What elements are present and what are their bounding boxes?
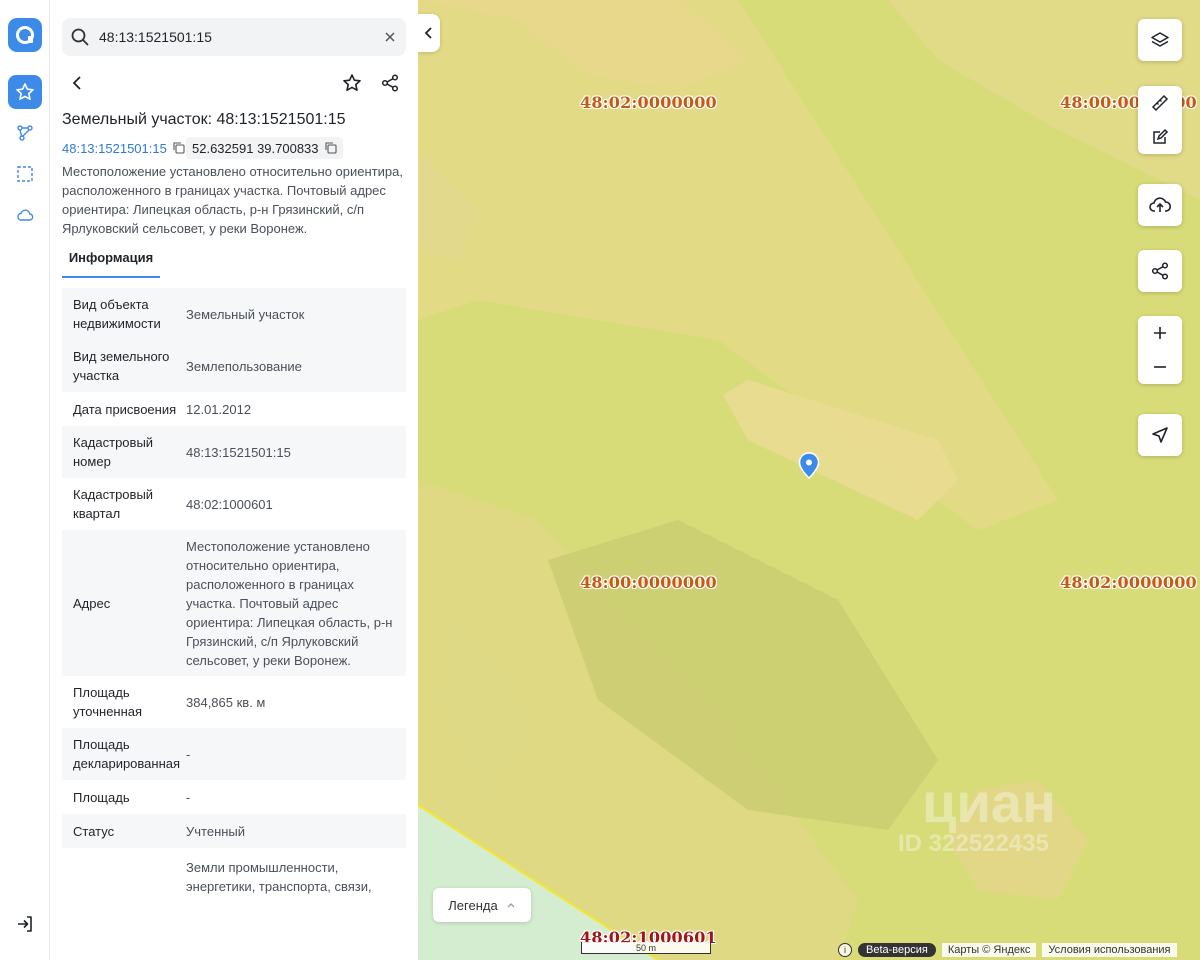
watermark-brand: циан bbox=[922, 771, 1056, 834]
locate-control[interactable] bbox=[1138, 414, 1182, 456]
zone-label[interactable]: 48:00:0000000 bbox=[580, 573, 717, 592]
beta-badge: Beta-версия bbox=[858, 943, 936, 957]
star-outline-icon bbox=[343, 74, 361, 91]
edit-icon[interactable] bbox=[1138, 120, 1182, 154]
row-key: Вид объекта недвижимости bbox=[73, 297, 161, 331]
table-row: Площадь уточненная 384,865 кв. м bbox=[62, 676, 406, 728]
info-panel: 48:13:1521501:15 Земельный участок: 48:1… bbox=[50, 0, 418, 960]
table-row: Статус Учтенный bbox=[62, 814, 406, 848]
table-row: Дата присвоения 12.01.2012 bbox=[62, 392, 406, 426]
row-key: Кадастровый квартал bbox=[73, 487, 154, 521]
table-row: Земли промышленности, энергетики, трансп… bbox=[62, 848, 406, 900]
copy-icon bbox=[324, 142, 337, 154]
row-key: Площадь декларированная bbox=[73, 737, 181, 771]
map-canvas bbox=[418, 0, 1200, 960]
legend-button[interactable]: Легенда bbox=[433, 888, 531, 922]
favorite-button[interactable] bbox=[336, 67, 368, 99]
chevron-left-icon bbox=[72, 76, 81, 90]
row-key: Площадь уточненная bbox=[73, 685, 143, 719]
cadastral-number-link[interactable]: 48:13:1521501:15 bbox=[62, 141, 167, 156]
row-value: Земли промышленности, энергетики, трансп… bbox=[186, 860, 372, 894]
logo-icon[interactable] bbox=[8, 18, 42, 52]
zoom-in-icon[interactable] bbox=[1138, 316, 1182, 350]
map-view[interactable]: 48:02:0000000 48:00:0000000 48:00:000000… bbox=[418, 0, 1200, 960]
zone-label[interactable]: 48:02:0000000 bbox=[580, 93, 717, 112]
search-icon bbox=[70, 27, 90, 52]
row-value: Учтенный bbox=[186, 823, 246, 839]
table-row: Кадастровый номер 48:13:1521501:15 bbox=[62, 426, 406, 478]
layers-icon[interactable] bbox=[1138, 19, 1182, 61]
upload-icon[interactable] bbox=[1138, 184, 1182, 226]
watermark-id: ID 322522435 bbox=[898, 830, 1049, 857]
copy-icon bbox=[173, 142, 185, 154]
select-area-icon[interactable] bbox=[8, 157, 42, 191]
table-row: Площадь декларированная - bbox=[62, 728, 406, 780]
legend-label: Легенда bbox=[448, 897, 498, 913]
page-title: Земельный участок: 48:13:1521501:15 bbox=[62, 111, 346, 128]
star-icon[interactable] bbox=[8, 75, 42, 109]
scale-label: 50 m bbox=[635, 943, 656, 953]
table-row: Площадь - bbox=[62, 780, 406, 814]
watermark: циан ID 322522435 bbox=[862, 775, 1056, 857]
row-key: Площадь bbox=[73, 789, 130, 805]
location-marker-icon[interactable] bbox=[798, 452, 820, 480]
upload-control[interactable] bbox=[1138, 184, 1182, 226]
row-value: - bbox=[186, 789, 191, 805]
clear-search-icon[interactable] bbox=[382, 29, 398, 50]
share-icon bbox=[381, 74, 399, 92]
map-footer: i Beta-версия Карты © Яндекс Условия исп… bbox=[838, 941, 1177, 959]
row-value: Землепользование bbox=[186, 358, 302, 374]
zoom-control[interactable] bbox=[1138, 316, 1182, 384]
row-key: Статус bbox=[73, 823, 115, 839]
table-row: Вид объекта недвижимости Земельный участо… bbox=[62, 288, 406, 340]
left-rail bbox=[0, 0, 50, 960]
zone-label[interactable]: 48:02:0000000 bbox=[1060, 573, 1197, 592]
cloud-icon[interactable] bbox=[8, 198, 42, 232]
location-description: Местоположение установлено относительно … bbox=[62, 164, 403, 236]
chevron-up-icon bbox=[507, 903, 515, 908]
info-table: Вид объекта недвижимости Земельный участо… bbox=[62, 288, 406, 900]
table-row: Кадастровый квартал 48:02:1000601 bbox=[62, 478, 406, 530]
row-key: Кадастровый номер bbox=[73, 435, 154, 469]
row-value: - bbox=[186, 746, 191, 762]
share-button[interactable] bbox=[374, 67, 406, 99]
tab-information[interactable]: Информация bbox=[62, 248, 160, 278]
row-value: 48:02:1000601 bbox=[186, 496, 273, 512]
row-key: Вид земельного участка bbox=[73, 349, 170, 383]
coordinates-text: 52.632591 39.700833 bbox=[192, 140, 319, 156]
table-row: Адрес Местоположение установлено относите… bbox=[62, 530, 406, 676]
zoom-out-icon[interactable] bbox=[1138, 350, 1182, 384]
row-value: Местоположение установлено относительно … bbox=[186, 538, 393, 668]
layers-control[interactable] bbox=[1138, 19, 1182, 61]
share-icon[interactable] bbox=[1138, 250, 1182, 292]
row-key: Адрес bbox=[73, 595, 111, 611]
draw-tools[interactable] bbox=[1138, 86, 1182, 154]
search-input[interactable]: 48:13:1521501:15 bbox=[99, 29, 212, 45]
row-value: 48:13:1521501:15 bbox=[186, 444, 291, 460]
ruler-icon[interactable] bbox=[1138, 86, 1182, 120]
collapse-panel-button[interactable] bbox=[418, 14, 440, 52]
cadastral-number-chip[interactable]: 48:13:1521501:15 bbox=[62, 137, 185, 159]
info-icon[interactable]: i bbox=[838, 943, 852, 957]
logout-icon[interactable] bbox=[8, 907, 42, 941]
copyright-text[interactable]: Карты © Яндекс bbox=[941, 943, 1037, 957]
coordinates-chip[interactable]: 52.632591 39.700833 bbox=[186, 137, 343, 159]
table-row: Вид земельного участка Землепользование bbox=[62, 340, 406, 392]
locate-icon[interactable] bbox=[1138, 414, 1182, 456]
row-value: 12.01.2012 bbox=[186, 401, 252, 417]
search-box[interactable]: 48:13:1521501:15 bbox=[62, 18, 406, 56]
chevron-left-icon bbox=[424, 27, 432, 39]
share-map-control[interactable] bbox=[1138, 250, 1182, 292]
route-icon[interactable] bbox=[8, 116, 42, 150]
row-key: Дата присвоения bbox=[73, 401, 177, 417]
back-button[interactable] bbox=[62, 67, 94, 99]
row-value: 384,865 кв. м bbox=[186, 694, 266, 710]
row-value: Земельный участок bbox=[186, 306, 305, 322]
terms-link[interactable]: Условия использования bbox=[1042, 943, 1177, 957]
scale-bar: 50 m bbox=[581, 942, 711, 954]
